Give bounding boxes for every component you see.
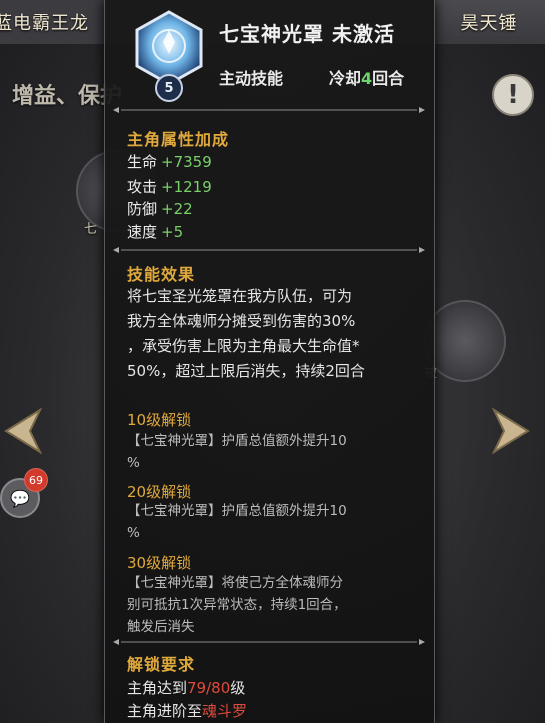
- stat-speed: 速度 +5: [127, 221, 183, 242]
- effect-title: 技能效果: [127, 265, 196, 284]
- divider: [113, 639, 425, 645]
- tab-clear-sky-hammer[interactable]: 昊天锤: [432, 0, 545, 44]
- exclamation-icon: !: [507, 80, 519, 110]
- unlock-line: 【七宝神光罩】护盾总值额外提升10: [127, 503, 347, 519]
- unlock-line: 触发后消失: [127, 619, 195, 635]
- skill-type: 主动技能: [219, 69, 284, 88]
- chat-unread-badge: 69: [24, 468, 48, 492]
- effect-line: 我方全体魂师分摊受到伤害的30%: [127, 312, 356, 330]
- info-alert-button[interactable]: !: [492, 74, 534, 116]
- req-prefix: 主角达到: [127, 679, 188, 697]
- effect-line: ，承受伤害上限为主角最大生命值*: [127, 337, 360, 355]
- arrow-right-icon[interactable]: [492, 404, 534, 458]
- unlock-line: %: [127, 455, 140, 471]
- requirement-level: 主角达到79/80级: [127, 677, 245, 698]
- divider: [113, 107, 425, 113]
- requirement-rank: 主角进阶至魂斗罗: [127, 700, 247, 721]
- effect-description: 将七宝圣光笼罩在我方队伍，可为 我方全体魂师分摊受到伤害的30% ，承受伤害上限…: [127, 284, 423, 384]
- unlock-line: %: [127, 525, 140, 541]
- unlock-line: 别可抵抗1次异常状态，持续1回合，: [127, 597, 347, 613]
- unlock-20-description: 【七宝神光罩】护盾总值额外提升10 %: [127, 500, 419, 544]
- chat-bubble-icon: 💬: [10, 488, 30, 508]
- unlock-20-title: 20级解锁: [127, 483, 192, 501]
- req-rank-value: 魂斗罗: [202, 702, 248, 720]
- cooldown-prefix: 冷却: [329, 69, 362, 88]
- req-level-current: 79: [187, 679, 207, 697]
- unlock-line: 【七宝神光罩】将使己方全体魂师分: [127, 575, 343, 591]
- skill-status: 未激活: [332, 22, 395, 46]
- stat-label: 攻击: [127, 178, 158, 196]
- stat-defense: 防御 +22: [127, 198, 193, 219]
- stat-label: 生命: [127, 153, 158, 171]
- skill-level-badge: 5: [155, 74, 183, 102]
- unlock-10-description: 【七宝神光罩】护盾总值额外提升10 %: [127, 430, 419, 474]
- effect-line: 50%，超过上限后消失，持续2回合: [127, 362, 365, 380]
- stat-value: +7359: [161, 153, 212, 171]
- background-skill-label-left: 七: [84, 222, 98, 237]
- req-suffix: 级: [230, 679, 246, 697]
- skill-name: 七宝神光罩: [219, 22, 324, 46]
- req-prefix: 主角进阶至: [127, 702, 203, 720]
- requirements-title: 解锁要求: [127, 655, 196, 674]
- stat-value: +22: [161, 200, 193, 218]
- attributes-title: 主角属性加成: [127, 130, 230, 149]
- req-level-required: 80: [211, 679, 231, 697]
- unlock-30-title: 30级解锁: [127, 554, 192, 572]
- stat-value: +5: [161, 223, 184, 241]
- unlock-10-title: 10级解锁: [127, 411, 192, 429]
- unlock-line: 【七宝神光罩】护盾总值额外提升10: [127, 433, 347, 449]
- skill-cooldown: 冷却4回合: [329, 65, 404, 89]
- arrow-left-icon[interactable]: [0, 404, 42, 458]
- tab-blue-lightning-tyrant[interactable]: 蓝电霸王龙: [0, 0, 114, 44]
- effect-line: 将七宝圣光笼罩在我方队伍，可为: [127, 287, 353, 305]
- stat-label: 速度: [127, 223, 158, 241]
- stat-attack: 攻击 +1219: [127, 176, 212, 197]
- skill-tooltip-panel: 5 七宝神光罩 未激活 主动技能 冷却4回合 主角属性加成 生命 +7359 攻击 +…: [104, 0, 435, 723]
- cooldown-value: 4: [361, 69, 373, 88]
- stat-label: 防御: [127, 200, 158, 218]
- unlock-30-description: 【七宝神光罩】将使己方全体魂师分 别可抵抗1次异常状态，持续1回合， 触发后消失: [127, 572, 419, 638]
- cooldown-suffix: 回合: [372, 69, 405, 88]
- divider: [113, 247, 425, 253]
- skill-title: 七宝神光罩 未激活: [219, 18, 395, 47]
- stat-hp: 生命 +7359: [127, 151, 212, 172]
- stat-value: +1219: [161, 178, 212, 196]
